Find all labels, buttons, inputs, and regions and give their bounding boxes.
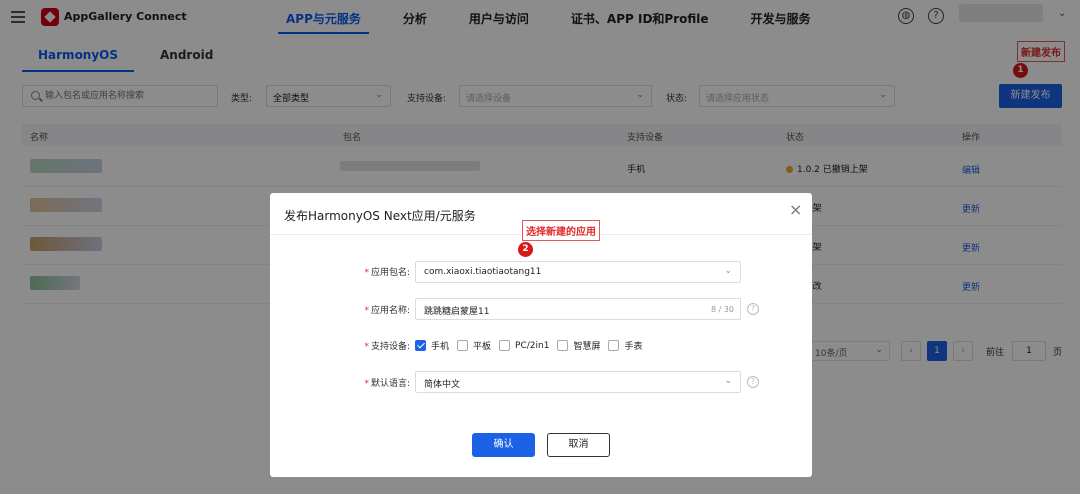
chevron-down-icon: ⌄: [724, 266, 732, 276]
dialog-title: 发布HarmonyOS Next应用/元服务: [284, 209, 476, 223]
package-select[interactable]: com.xiaoxi.tiaotiaotang11 ⌄: [415, 261, 741, 283]
device-checkboxes: 手机 平板 PC/2in1 智慧屏 手表: [415, 339, 650, 352]
device-checkbox-phone[interactable]: 手机: [415, 339, 449, 352]
device-checkbox-smart-screen[interactable]: 智慧屏: [557, 339, 600, 352]
help-icon[interactable]: ?: [747, 376, 759, 388]
confirm-button[interactable]: 确认: [472, 433, 535, 457]
language-value: 简体中文: [424, 380, 461, 390]
device-checkbox-tablet[interactable]: 平板: [457, 339, 491, 352]
chevron-down-icon: ⌄: [724, 376, 732, 386]
checkbox-icon: [557, 340, 569, 351]
checkbox-checked-icon: [415, 340, 426, 351]
char-counter: 8 / 30: [710, 305, 734, 314]
publish-dialog: 发布HarmonyOS Next应用/元服务 × 选择新建的应用 2 * 应用包名…: [270, 193, 812, 477]
package-value: com.xiaoxi.tiaotiaotang11: [424, 267, 542, 277]
device-label: * 支持设备:: [364, 342, 410, 352]
help-icon[interactable]: ?: [747, 303, 759, 315]
package-label: * 应用包名:: [364, 268, 410, 278]
cancel-button[interactable]: 取消: [547, 433, 610, 457]
annotation-select-app: 选择新建的应用: [522, 220, 600, 241]
device-checkbox-watch[interactable]: 手表: [608, 339, 642, 352]
app-name-label: * 应用名称:: [364, 306, 410, 316]
language-select[interactable]: 简体中文 ⌄: [415, 371, 741, 393]
language-label: * 默认语言:: [364, 379, 410, 389]
annotation-step-2: 2: [518, 242, 533, 257]
app-name-value: 跳跳糖启蒙屋11: [424, 307, 490, 317]
checkbox-icon: [608, 340, 620, 351]
checkbox-icon: [457, 340, 469, 351]
close-icon[interactable]: ×: [789, 200, 802, 219]
checkbox-icon: [499, 340, 511, 351]
device-checkbox-pc[interactable]: PC/2in1: [499, 340, 549, 351]
app-name-input[interactable]: 跳跳糖启蒙屋11 8 / 30: [415, 298, 741, 320]
